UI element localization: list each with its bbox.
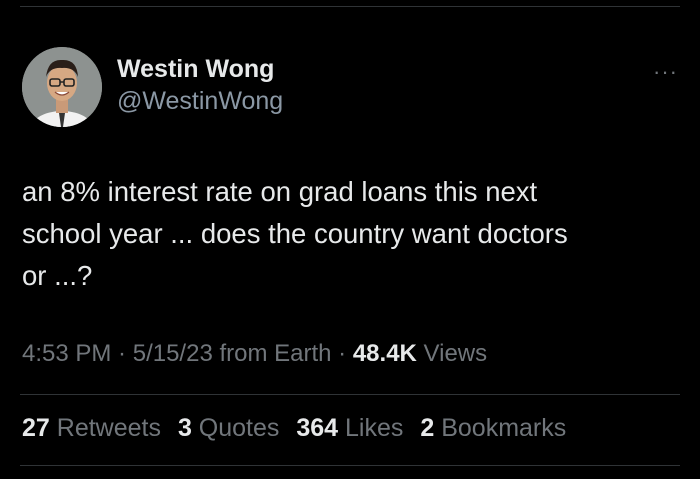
views-count: 48.4K [352,340,417,367]
bottom-divider [20,465,680,466]
meta-separator: · [331,340,353,367]
tweet-source: from Earth [212,340,332,367]
top-divider [20,6,680,7]
retweets-count: 27 [22,414,50,442]
retweets-stat[interactable]: 27 Retweets [22,414,161,442]
bookmarks-count: 2 [420,414,435,442]
tweet-header: Westin Wong @WestinWong ··· [22,47,682,129]
tweet-time[interactable]: 4:53 PM [22,340,111,367]
tweet-text-line: an 8% interest rate on grad loans this n… [22,176,538,207]
bookmarks-stat[interactable]: 2 Bookmarks [420,414,566,442]
quotes-label: Quotes [198,414,280,442]
tweet-text-line: school year ... does the country want do… [22,218,568,249]
tweet-date[interactable]: 5/15/23 [133,340,213,367]
likes-label: Likes [345,414,404,442]
quotes-count: 3 [177,414,192,442]
likes-stat[interactable]: 364 Likes [296,414,403,442]
retweets-label: Retweets [56,414,161,442]
quotes-stat[interactable]: 3 Quotes [178,414,279,442]
author-handle[interactable]: @WestinWong [117,85,283,117]
avatar-image [22,47,102,127]
tweet-text: an 8% interest rate on grad loans this n… [22,171,662,297]
likes-count: 364 [296,414,339,442]
author-block: Westin Wong @WestinWong [117,53,283,117]
bookmarks-label: Bookmarks [441,414,567,442]
more-options-icon[interactable]: ··· [653,59,678,85]
author-display-name[interactable]: Westin Wong [117,53,283,85]
views-label: Views [416,340,488,367]
engagement-stats: 27 Retweets 3 Quotes 364 Likes 2 Bookmar… [22,414,576,443]
middle-divider [20,394,680,395]
tweet-meta: 4:53 PM · 5/15/23 from Earth · 48.4K Vie… [22,340,487,368]
meta-separator: · [111,340,133,367]
avatar[interactable] [22,47,102,127]
tweet-text-line: or ...? [22,260,93,291]
